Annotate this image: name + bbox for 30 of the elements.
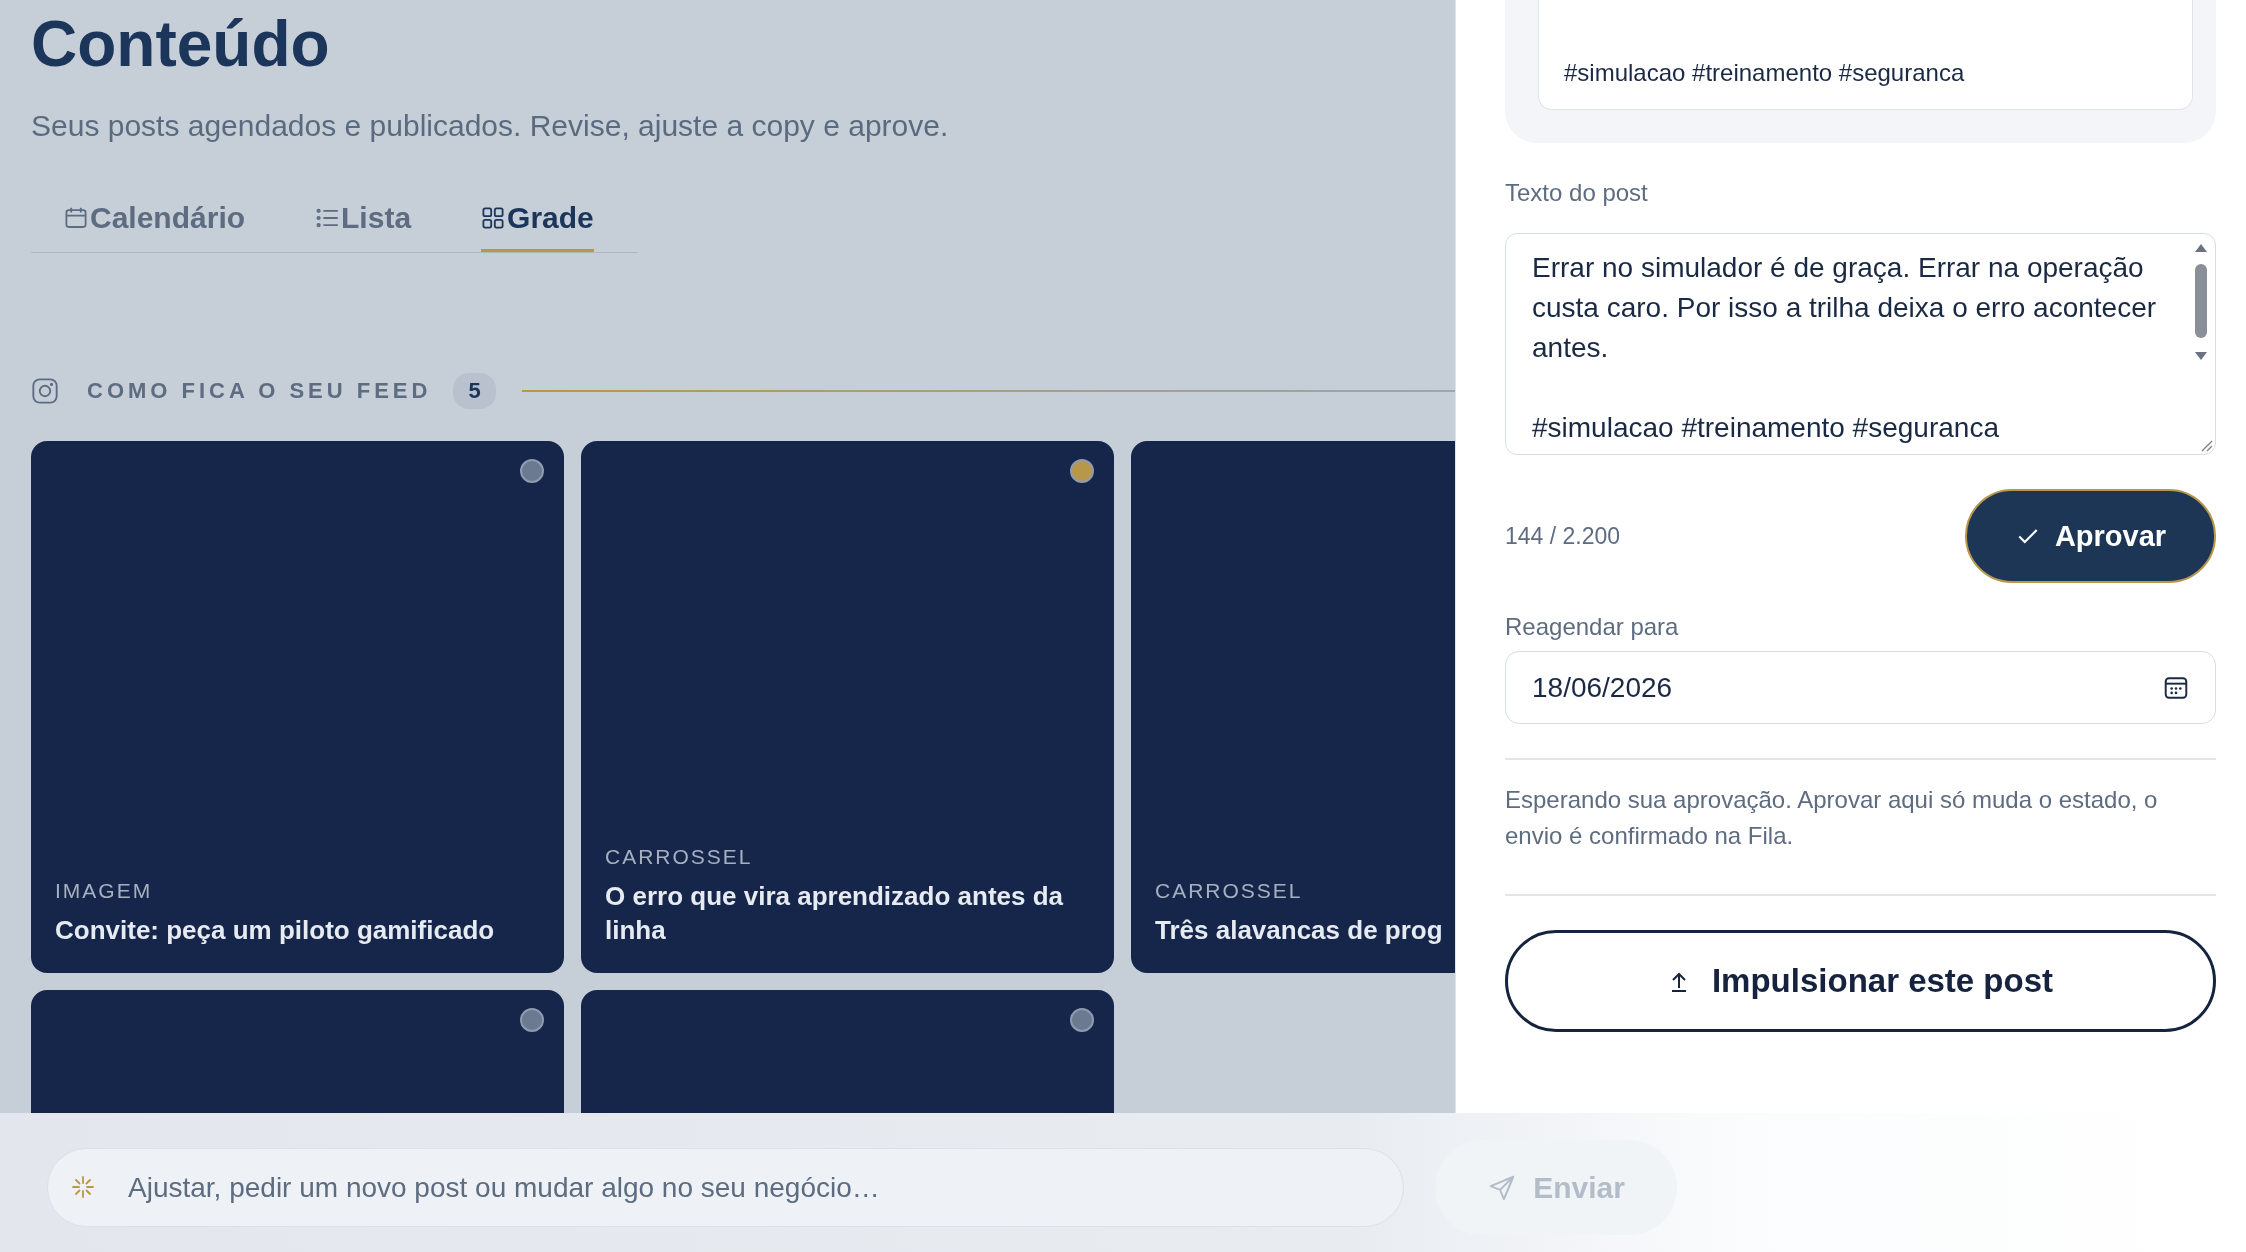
post-title: Três alavancas de prog <box>1155 914 1444 947</box>
message-field[interactable]: Ajustar, pedir um novo post ou mudar algo no seu negócio… <box>47 1148 1404 1227</box>
count-badge: 5 <box>453 373 496 409</box>
post-card[interactable]: CARROSSEL Três alavancas de prog <box>1131 441 1455 973</box>
grid-icon <box>481 206 506 230</box>
field-label: Texto do post <box>1505 179 1649 207</box>
post-card[interactable]: CARROSSEL O erro que vira aprendizado antes da linha <box>581 441 1114 973</box>
page-subtitle: Seus posts agendados e publicados. Revise, ajuste a copy e aprove. <box>31 108 950 144</box>
sparkle-icon <box>71 1175 95 1199</box>
camera-icon <box>31 377 59 405</box>
post-title: O erro que vira aprendizado antes da linha <box>605 880 1065 947</box>
approve-button[interactable]: Aprovar <box>1965 489 2216 583</box>
post-card[interactable]: IMAGEM Convite: peça um piloto gamificado <box>31 441 564 973</box>
section-title: COMO FICA O SEU FEED <box>87 378 432 404</box>
page-title: Conteúdo <box>31 7 331 82</box>
post-format: CARROSSEL <box>605 845 754 869</box>
field-label: Reagendar para <box>1505 613 1680 641</box>
list-icon <box>315 206 340 230</box>
view-tab[interactable]: Grade <box>481 201 594 252</box>
hashtags-text: #simulacao #treinamento #seguranca <box>1564 59 1965 87</box>
date-field[interactable]: 18/06/2026 <box>1505 651 2216 724</box>
post-format: CARROSSEL <box>1155 879 1304 903</box>
post-title: Convite: peça um piloto gamificado <box>55 914 496 947</box>
status-note: Esperando sua aprovação. Aprovar aqui só muda o estado, o envio é confirmado na Fila. <box>1505 785 2159 851</box>
boost-button[interactable]: Impulsionar este post <box>1505 930 2216 1032</box>
post-format: IMAGEM <box>55 879 154 903</box>
character-counter: 144 / 2.200 <box>1505 522 1621 550</box>
calendar-icon <box>64 206 88 230</box>
calendar-icon[interactable] <box>2163 674 2189 701</box>
post-text-field[interactable]: Errar no simulador é de graça. Errar na operação custa caro. Por isso a trilha deixa o erro acontecer antes. #simulacao #treinamento #seguranca <box>1505 233 2216 455</box>
